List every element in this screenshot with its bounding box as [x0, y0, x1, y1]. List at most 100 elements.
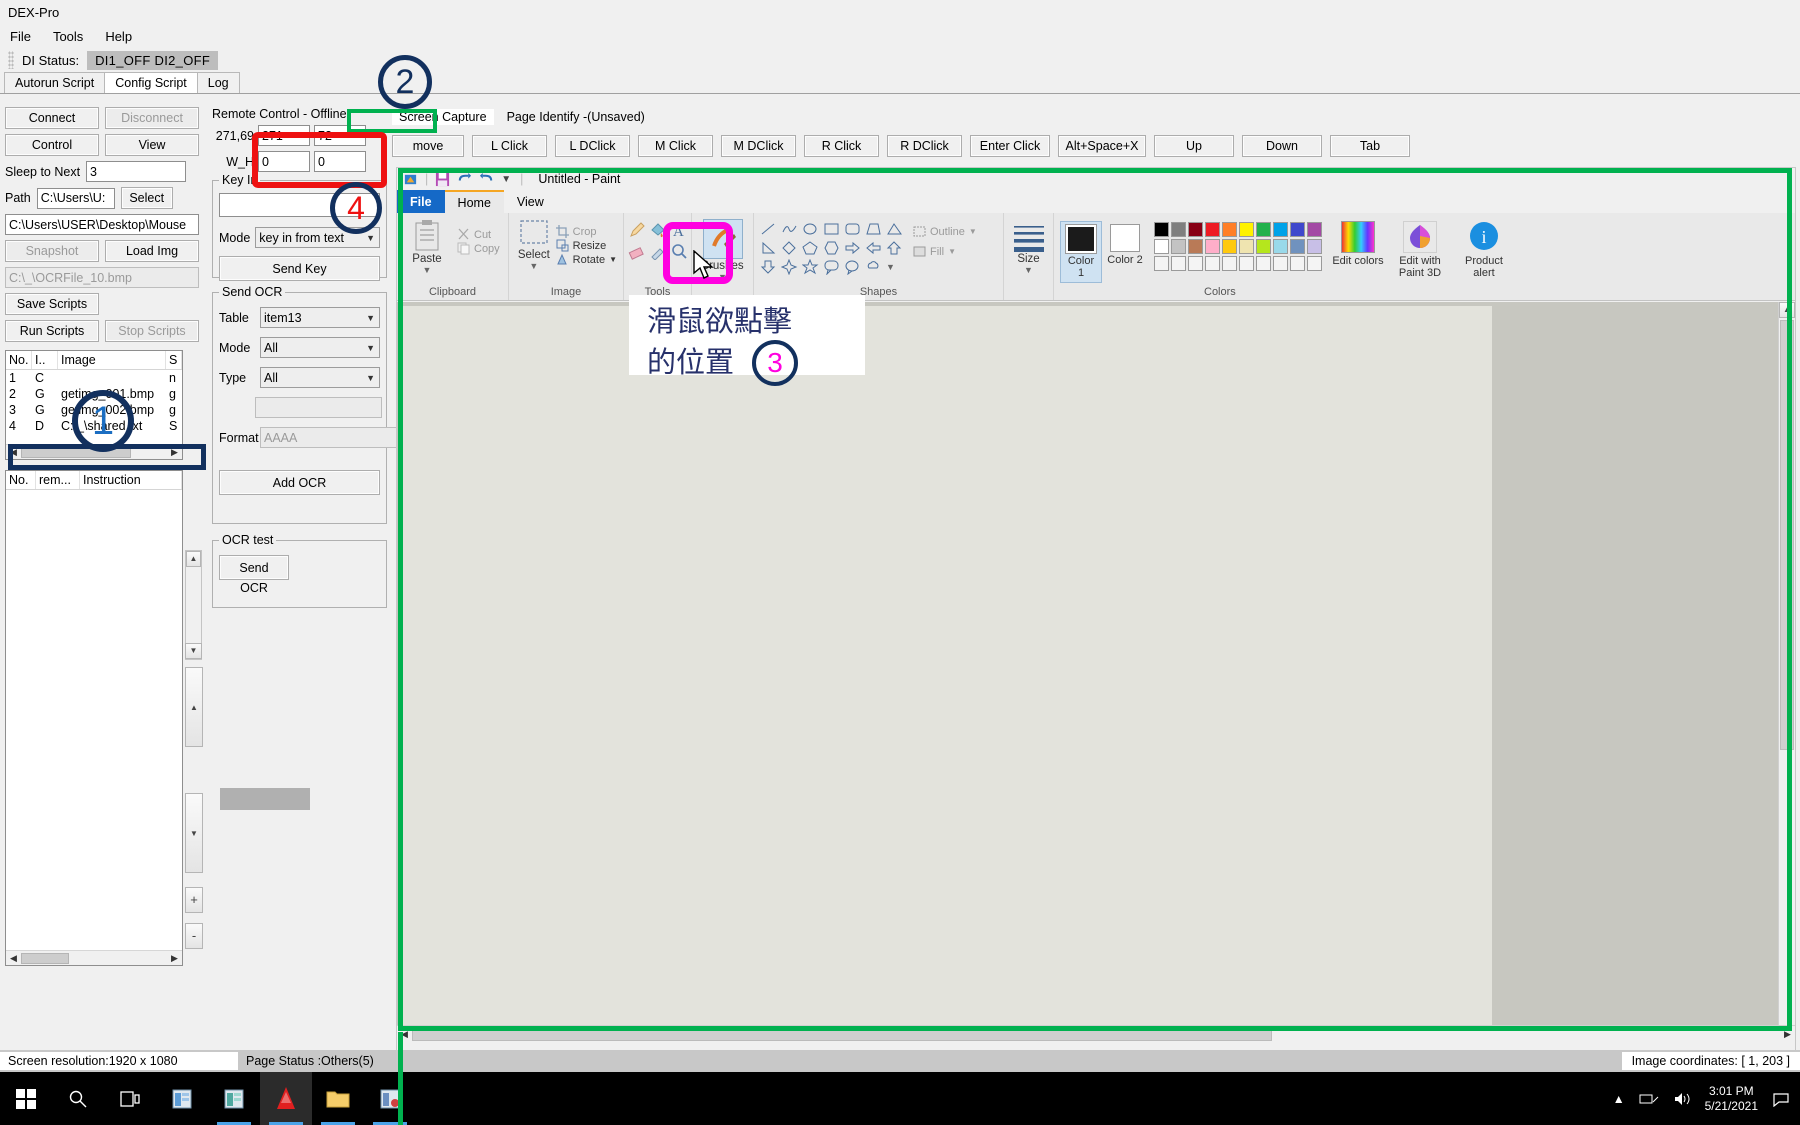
- line-shape-icon[interactable]: [760, 221, 777, 237]
- hscroll-thumb[interactable]: [21, 952, 69, 964]
- outline-item[interactable]: Outline ▼: [913, 225, 977, 238]
- palette-swatch[interactable]: [1239, 239, 1254, 254]
- move-down-icon[interactable]: ▼: [185, 793, 203, 873]
- arrow-right-icon[interactable]: [844, 240, 861, 256]
- arrow-up-icon[interactable]: [886, 240, 903, 256]
- brushes-button[interactable]: [702, 219, 743, 259]
- script-list[interactable]: No. I.. Image S 1 C n 2 G getimg_001.bmp…: [5, 350, 183, 460]
- ocr-extra-input[interactable]: [255, 397, 382, 418]
- customize-qat-icon[interactable]: ▼: [501, 174, 511, 185]
- paint-canvas[interactable]: [402, 306, 1492, 1039]
- chevron-down-icon[interactable]: ▼: [718, 272, 727, 282]
- palette-swatch[interactable]: [1222, 256, 1237, 271]
- taskbar-app-3[interactable]: [364, 1072, 416, 1125]
- palette-swatch[interactable]: [1273, 256, 1288, 271]
- callout-cloud-icon[interactable]: [865, 259, 882, 275]
- palette-swatch[interactable]: [1273, 239, 1288, 254]
- palette-swatch[interactable]: [1171, 222, 1186, 237]
- callout-oval-icon[interactable]: [844, 259, 861, 275]
- curve-shape-icon[interactable]: [781, 221, 798, 237]
- stop-scripts-button[interactable]: Stop Scripts: [105, 320, 199, 342]
- move-up-icon[interactable]: ▲: [185, 667, 203, 747]
- tab-button[interactable]: Tab: [1330, 135, 1410, 157]
- enter-click-button[interactable]: Enter Click: [970, 135, 1050, 157]
- paint-tab-file[interactable]: File: [397, 190, 445, 213]
- palette-swatch[interactable]: [1239, 256, 1254, 271]
- disconnect-button[interactable]: Disconnect: [105, 107, 199, 129]
- palette-swatch[interactable]: [1290, 222, 1305, 237]
- network-icon[interactable]: [1639, 1091, 1659, 1107]
- control-button[interactable]: Control: [5, 134, 99, 156]
- palette-swatch[interactable]: [1290, 239, 1305, 254]
- l-click-button[interactable]: L Click: [472, 135, 547, 157]
- scroll-right-icon[interactable]: ▶: [1780, 1029, 1795, 1040]
- size-icon[interactable]: [1012, 223, 1046, 253]
- taskbar-app-1[interactable]: [156, 1072, 208, 1125]
- eraser-icon[interactable]: [628, 242, 646, 260]
- palette-swatch[interactable]: [1171, 256, 1186, 271]
- rotate-item[interactable]: Rotate ▼: [556, 253, 617, 266]
- palette-swatch[interactable]: [1307, 222, 1322, 237]
- scroll-down-icon[interactable]: ▼: [185, 643, 202, 659]
- text-tool-icon[interactable]: A: [670, 221, 688, 239]
- add-ocr-button[interactable]: Add OCR: [219, 470, 380, 495]
- chevron-down-icon[interactable]: ▼: [423, 265, 432, 275]
- ocr-table-select[interactable]: item13 ▼: [260, 307, 380, 328]
- palette-swatch[interactable]: [1205, 222, 1220, 237]
- scroll-left-icon[interactable]: ◀: [6, 447, 21, 458]
- width-input[interactable]: [258, 151, 310, 172]
- select-icon[interactable]: [518, 219, 550, 249]
- palette-swatch[interactable]: [1205, 239, 1220, 254]
- palette-swatch[interactable]: [1273, 222, 1288, 237]
- palette-swatch[interactable]: [1307, 239, 1322, 254]
- chevron-down-icon[interactable]: ▼: [1024, 265, 1033, 275]
- move-button[interactable]: move: [392, 135, 464, 157]
- paint-tab-view[interactable]: View: [504, 190, 557, 213]
- product-alert-button[interactable]: i Product alert: [1456, 221, 1512, 279]
- height-input[interactable]: [314, 151, 366, 172]
- palette-swatch[interactable]: [1188, 239, 1203, 254]
- save-scripts-button[interactable]: Save Scripts: [5, 293, 99, 315]
- action-center-icon[interactable]: [1772, 1091, 1790, 1107]
- volume-icon[interactable]: [1673, 1091, 1691, 1107]
- ocr-mode-select[interactable]: All ▼: [260, 337, 380, 358]
- palette-swatch[interactable]: [1290, 256, 1305, 271]
- five-point-star-icon[interactable]: [802, 259, 819, 275]
- chevron-down-icon[interactable]: ▼: [529, 261, 538, 271]
- resize-item[interactable]: Resize: [556, 239, 617, 252]
- menu-item-help[interactable]: Help: [105, 29, 132, 44]
- tab-page-identify[interactable]: Page Identify -(Unsaved): [500, 109, 652, 125]
- right-triangle-icon[interactable]: [760, 240, 777, 256]
- table-row[interactable]: 1 C n: [6, 370, 182, 386]
- canvas-hscroll-thumb[interactable]: [412, 1028, 1272, 1041]
- m-click-button[interactable]: M Click: [638, 135, 713, 157]
- sleep-to-next-input[interactable]: [86, 161, 187, 182]
- palette-swatch[interactable]: [1256, 239, 1271, 254]
- hscroll-thumb[interactable]: [21, 446, 131, 458]
- start-button[interactable]: [0, 1072, 52, 1125]
- palette-swatch[interactable]: [1154, 239, 1169, 254]
- send-key-button[interactable]: Send Key: [219, 256, 380, 281]
- ocr-type-select[interactable]: All ▼: [260, 367, 380, 388]
- edit-colors-button[interactable]: Edit colors: [1332, 221, 1384, 267]
- pencil-icon[interactable]: [628, 221, 646, 239]
- tab-config-script[interactable]: Config Script: [104, 72, 198, 93]
- r-dclick-button[interactable]: R DClick: [887, 135, 962, 157]
- polygon-shape-icon[interactable]: [865, 221, 882, 237]
- script-list-vscrollbar[interactable]: ▲ ▼: [185, 550, 202, 660]
- show-hidden-icons-icon[interactable]: ▲: [1613, 1092, 1625, 1106]
- color2-swatch[interactable]: [1110, 224, 1140, 252]
- scroll-right-icon[interactable]: ▶: [167, 953, 182, 964]
- connect-button[interactable]: Connect: [5, 107, 99, 129]
- tab-autorun-script[interactable]: Autorun Script: [4, 72, 106, 93]
- eyedropper-icon[interactable]: [649, 242, 667, 260]
- instruction-list-hscrollbar[interactable]: ◀ ▶: [6, 950, 182, 965]
- m-dclick-button[interactable]: M DClick: [721, 135, 796, 157]
- instruction-list[interactable]: No. rem... Instruction ◀ ▶: [5, 470, 183, 966]
- scroll-left-icon[interactable]: ◀: [397, 1029, 412, 1040]
- view-button[interactable]: View: [105, 134, 199, 156]
- oval-shape-icon[interactable]: [802, 221, 819, 237]
- up-button[interactable]: Up: [1154, 135, 1234, 157]
- fill-bucket-icon[interactable]: [649, 221, 667, 239]
- rounded-rectangle-icon[interactable]: [844, 221, 861, 237]
